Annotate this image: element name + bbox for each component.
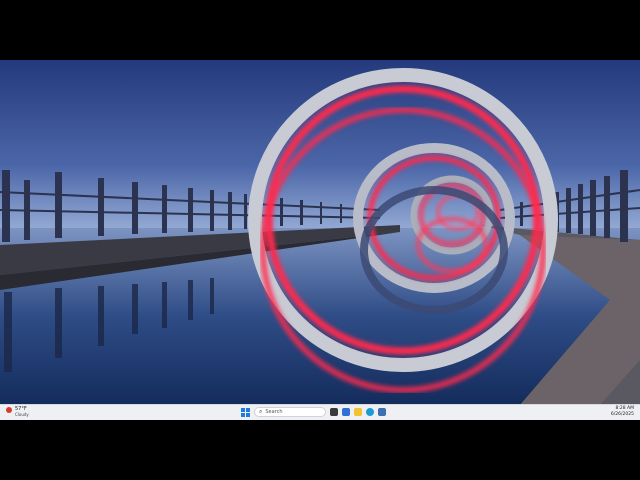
weather-icon xyxy=(6,407,12,413)
desktop-wallpaper xyxy=(0,60,640,405)
taskbar-center: ⌕ Search xyxy=(241,407,386,417)
windows-logo-pane xyxy=(246,412,250,417)
weather-condition: Cloudy xyxy=(15,412,29,417)
task-view-icon[interactable] xyxy=(330,408,338,416)
clock-date: 6/26/2025 xyxy=(610,412,634,417)
weather-text: 57°F Cloudy xyxy=(15,406,29,418)
start-button[interactable] xyxy=(241,407,250,417)
search-icon: ⌕ xyxy=(259,408,263,415)
system-clock[interactable]: 8:28 AM 6/26/2025 xyxy=(611,406,634,418)
widgets-icon[interactable] xyxy=(342,408,350,416)
desktop: 57°F Cloudy ⌕ Search 8:28 AM 6/26/2025 xyxy=(0,60,640,420)
windows-logo-pane xyxy=(241,412,245,417)
edge-icon[interactable] xyxy=(366,408,374,416)
search-placeholder: Search xyxy=(265,409,283,415)
windows-logo-pane xyxy=(246,407,250,412)
store-icon[interactable] xyxy=(378,408,386,416)
file-explorer-icon[interactable] xyxy=(354,408,362,416)
weather-widget[interactable]: 57°F Cloudy xyxy=(6,406,29,418)
search-box[interactable]: ⌕ Search xyxy=(254,407,326,417)
taskbar: 57°F Cloudy ⌕ Search 8:28 AM 6/26/2025 xyxy=(0,404,640,420)
windows-logo-pane xyxy=(241,407,245,412)
